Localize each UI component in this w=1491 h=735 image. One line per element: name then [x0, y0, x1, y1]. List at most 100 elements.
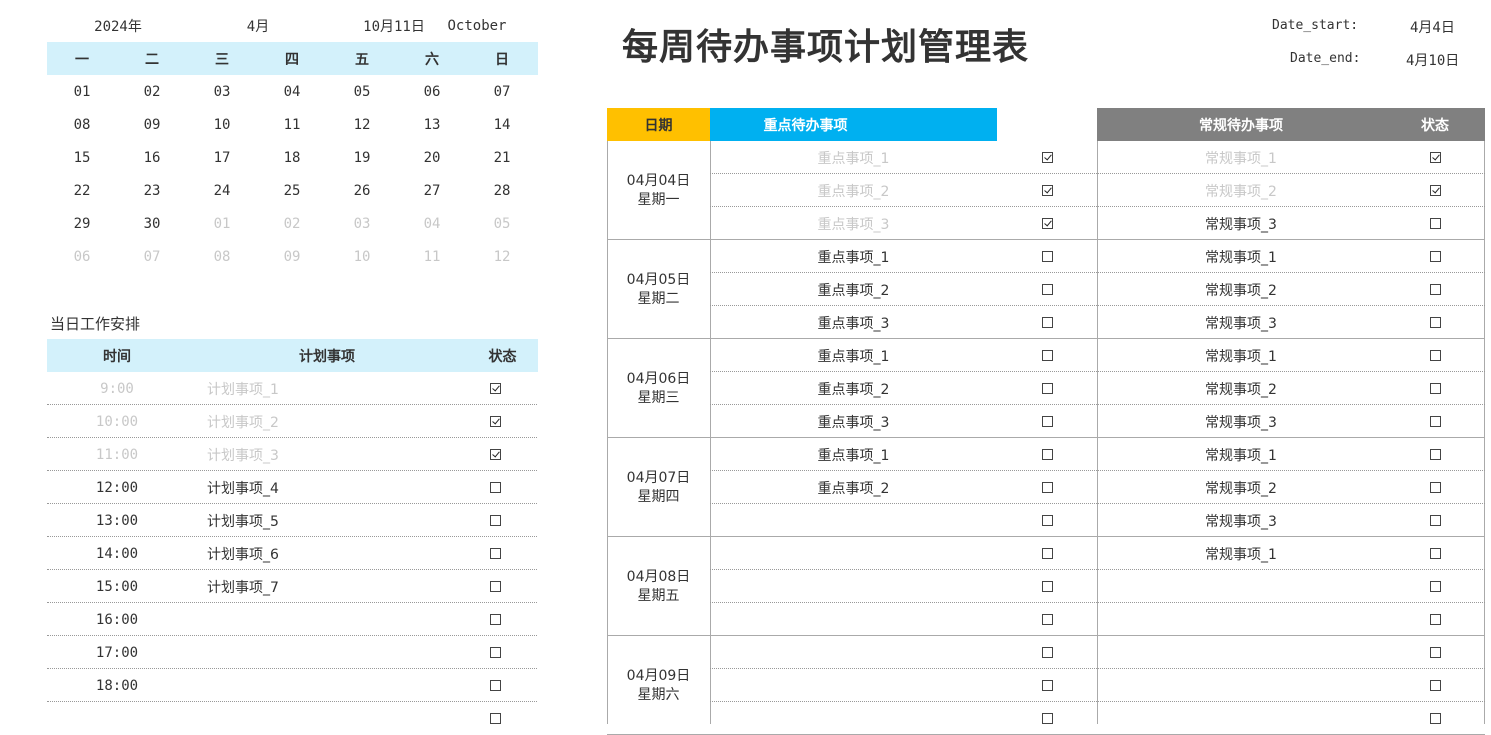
calendar-day[interactable]: 19 [327, 141, 397, 174]
calendar-day[interactable]: 13 [397, 108, 467, 141]
calendar-day[interactable]: 12 [467, 240, 537, 273]
status-checkbox[interactable] [1041, 218, 1053, 229]
calendar-day[interactable]: 02 [117, 75, 187, 108]
normal-task[interactable]: 常规事项_3 [1097, 405, 1385, 438]
status-checkbox[interactable] [1429, 713, 1441, 724]
status-checkbox[interactable] [1429, 515, 1441, 526]
status-checkbox[interactable] [1041, 515, 1053, 526]
daily-row-item[interactable]: 计划事项_2 [207, 405, 457, 438]
calendar-day[interactable]: 23 [117, 174, 187, 207]
calendar-day[interactable]: 06 [397, 75, 467, 108]
normal-task[interactable]: 常规事项_3 [1097, 504, 1385, 537]
normal-task[interactable] [1097, 702, 1385, 735]
status-checkbox[interactable] [1041, 713, 1053, 724]
status-checkbox[interactable] [1429, 185, 1441, 196]
calendar-day[interactable]: 14 [467, 108, 537, 141]
status-checkbox[interactable] [489, 713, 501, 724]
status-checkbox[interactable] [1041, 482, 1053, 493]
calendar-day[interactable]: 12 [327, 108, 397, 141]
daily-row-item[interactable]: 计划事项_7 [207, 570, 457, 603]
calendar-day[interactable]: 01 [187, 207, 257, 240]
status-checkbox[interactable] [1041, 614, 1053, 625]
key-task[interactable] [710, 603, 997, 636]
key-task[interactable] [710, 636, 997, 669]
normal-task[interactable]: 常规事项_2 [1097, 273, 1385, 306]
calendar-day[interactable]: 10 [187, 108, 257, 141]
calendar-day[interactable]: 03 [327, 207, 397, 240]
status-checkbox[interactable] [1429, 680, 1441, 691]
key-task[interactable]: 重点事项_3 [710, 207, 997, 240]
normal-task[interactable]: 常规事项_1 [1097, 438, 1385, 471]
status-checkbox[interactable] [1429, 449, 1441, 460]
normal-task[interactable]: 常规事项_1 [1097, 240, 1385, 273]
key-task[interactable] [710, 669, 997, 702]
daily-row-item[interactable] [207, 636, 457, 669]
calendar-day[interactable]: 07 [467, 75, 537, 108]
status-checkbox[interactable] [1429, 218, 1441, 229]
status-checkbox[interactable] [1041, 449, 1053, 460]
status-checkbox[interactable] [1041, 284, 1053, 295]
key-task[interactable]: 重点事项_1 [710, 141, 997, 174]
status-checkbox[interactable] [1429, 317, 1441, 328]
status-checkbox[interactable] [1041, 383, 1053, 394]
status-checkbox[interactable] [489, 647, 501, 658]
key-task[interactable]: 重点事项_3 [710, 306, 997, 339]
normal-task[interactable]: 常规事项_2 [1097, 471, 1385, 504]
status-checkbox[interactable] [489, 383, 501, 394]
status-checkbox[interactable] [489, 581, 501, 592]
calendar-day[interactable]: 11 [397, 240, 467, 273]
status-checkbox[interactable] [1429, 614, 1441, 625]
key-task[interactable] [710, 702, 997, 735]
calendar-day[interactable]: 11 [257, 108, 327, 141]
normal-task[interactable]: 常规事项_3 [1097, 207, 1385, 240]
key-task[interactable]: 重点事项_3 [710, 405, 997, 438]
status-checkbox[interactable] [489, 614, 501, 625]
status-checkbox[interactable] [1041, 548, 1053, 559]
status-checkbox[interactable] [489, 449, 501, 460]
calendar-day[interactable]: 08 [47, 108, 117, 141]
calendar-day[interactable]: 17 [187, 141, 257, 174]
calendar-day[interactable]: 30 [117, 207, 187, 240]
daily-row-item[interactable]: 计划事项_3 [207, 438, 457, 471]
status-checkbox[interactable] [489, 515, 501, 526]
key-task[interactable]: 重点事项_1 [710, 438, 997, 471]
calendar-day[interactable]: 27 [397, 174, 467, 207]
calendar-day[interactable]: 02 [257, 207, 327, 240]
status-checkbox[interactable] [1429, 152, 1441, 163]
status-checkbox[interactable] [1429, 581, 1441, 592]
calendar-day[interactable]: 08 [187, 240, 257, 273]
key-task[interactable]: 重点事项_2 [710, 372, 997, 405]
calendar-day[interactable]: 16 [117, 141, 187, 174]
calendar-day[interactable]: 20 [397, 141, 467, 174]
daily-row-item[interactable]: 计划事项_6 [207, 537, 457, 570]
calendar-day[interactable]: 09 [117, 108, 187, 141]
key-task[interactable]: 重点事项_2 [710, 471, 997, 504]
daily-row-item[interactable] [207, 603, 457, 636]
status-checkbox[interactable] [1041, 647, 1053, 658]
calendar-day[interactable]: 22 [47, 174, 117, 207]
key-task[interactable] [710, 504, 997, 537]
calendar-day[interactable]: 05 [467, 207, 537, 240]
status-checkbox[interactable] [1429, 647, 1441, 658]
calendar-day[interactable]: 26 [327, 174, 397, 207]
daily-row-item[interactable] [207, 669, 457, 702]
calendar-day[interactable]: 04 [397, 207, 467, 240]
normal-task[interactable] [1097, 570, 1385, 603]
key-task[interactable]: 重点事项_1 [710, 339, 997, 372]
normal-task[interactable] [1097, 669, 1385, 702]
status-checkbox[interactable] [489, 548, 501, 559]
status-checkbox[interactable] [1429, 482, 1441, 493]
status-checkbox[interactable] [1041, 152, 1053, 163]
normal-task[interactable]: 常规事项_1 [1097, 339, 1385, 372]
status-checkbox[interactable] [1041, 185, 1053, 196]
normal-task[interactable]: 常规事项_1 [1097, 141, 1385, 174]
status-checkbox[interactable] [1429, 416, 1441, 427]
normal-task[interactable]: 常规事项_3 [1097, 306, 1385, 339]
calendar-day[interactable]: 01 [47, 75, 117, 108]
normal-task[interactable]: 常规事项_2 [1097, 174, 1385, 207]
status-checkbox[interactable] [1041, 317, 1053, 328]
key-task[interactable] [710, 570, 997, 603]
status-checkbox[interactable] [1429, 251, 1441, 262]
daily-row-item[interactable]: 计划事项_5 [207, 504, 457, 537]
status-checkbox[interactable] [489, 482, 501, 493]
